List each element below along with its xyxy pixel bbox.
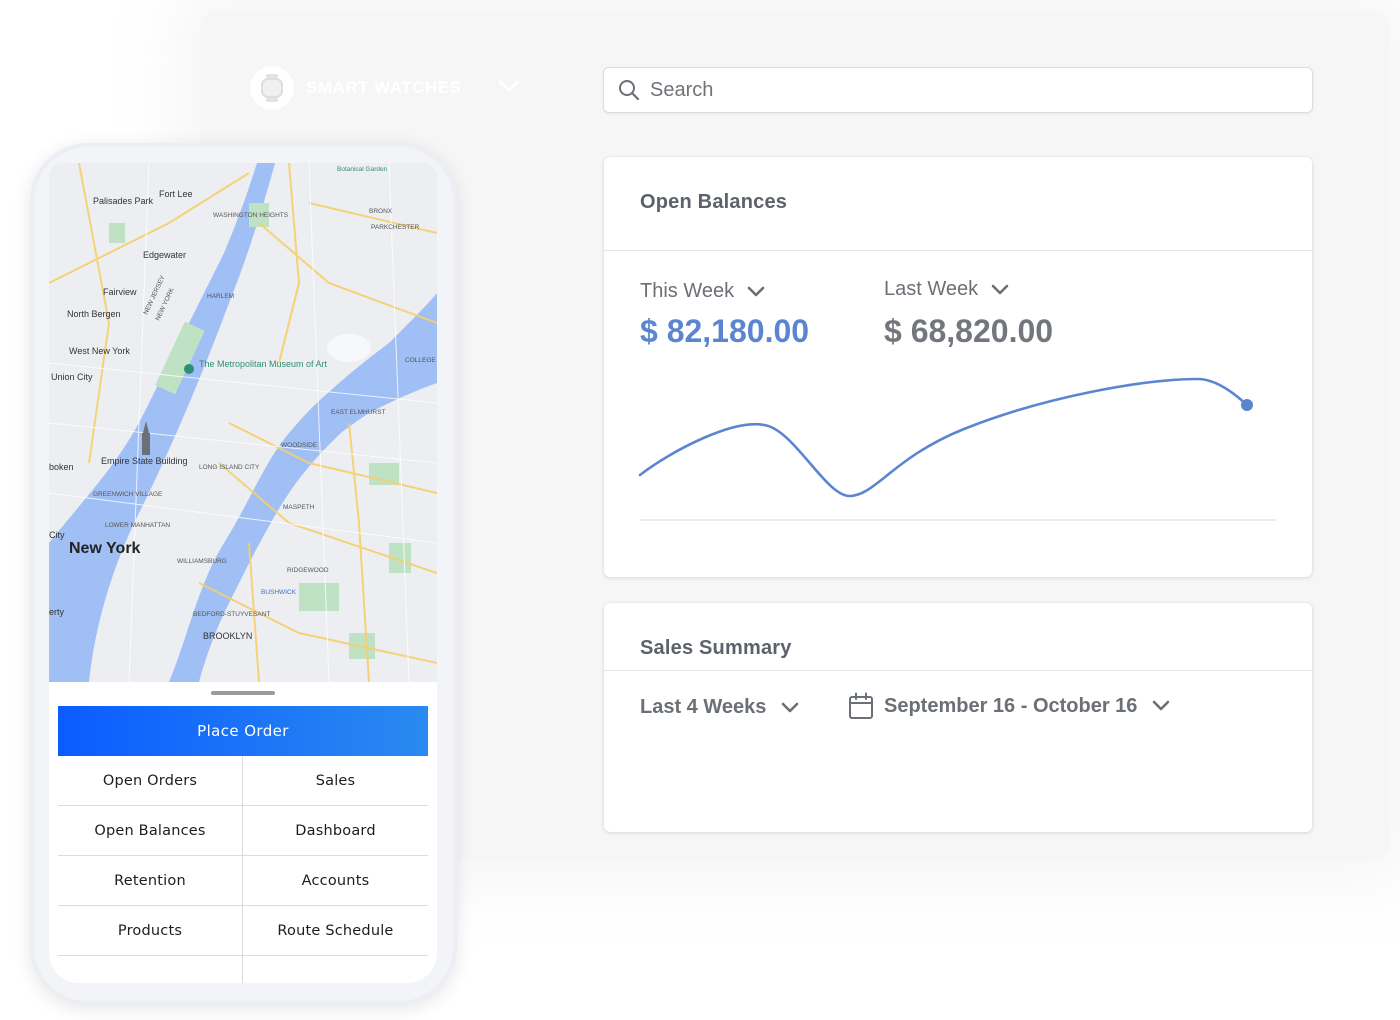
- map-label: BUSHWICK: [261, 589, 297, 596]
- menu-row: [58, 956, 428, 983]
- museum-pin-icon: [184, 364, 194, 374]
- chart-series-line: [638, 377, 1249, 498]
- map-view[interactable]: Fort Lee Palisades Park Edgewater Fairvi…: [49, 163, 437, 682]
- map-label: WASHINGTON HEIGHTS: [213, 212, 289, 219]
- sales-summary-card: Sales Summary Last 4 Weeks September 16 …: [604, 603, 1312, 832]
- search-input[interactable]: [650, 78, 1270, 102]
- open-balances-card: Open Balances This Week $ 82,180.00 Last…: [604, 157, 1312, 577]
- calendar-icon: [849, 692, 873, 719]
- map-label: COLLEGE: [405, 357, 436, 364]
- date-range-label: September 16 - October 16: [884, 694, 1138, 717]
- map-label: MASPETH: [283, 504, 315, 511]
- map-label: Fort Lee: [159, 189, 193, 199]
- menu-row: Products Route Schedule: [58, 906, 428, 956]
- menu-item-open-orders[interactable]: Open Orders: [58, 756, 243, 805]
- menu-item-sales[interactable]: Sales: [243, 756, 428, 805]
- map-label: Fairview: [103, 287, 137, 297]
- drag-handle[interactable]: [211, 691, 275, 695]
- map-label: North Bergen: [67, 309, 121, 319]
- map-label: WILLIAMSBURG: [177, 558, 227, 565]
- map-label: LOWER MANHATTAN: [105, 522, 170, 529]
- map-label: Palisades Park: [93, 196, 154, 206]
- menu-item-accounts[interactable]: Accounts: [243, 856, 428, 905]
- menu-row: Retention Accounts: [58, 856, 428, 906]
- phone-screen: Fort Lee Palisades Park Edgewater Fairvi…: [49, 163, 437, 983]
- date-range-picker[interactable]: September 16 - October 16: [848, 692, 1171, 720]
- map-label: RIDGEWOOD: [287, 567, 329, 574]
- map-label: BROOKLYN: [203, 631, 252, 641]
- map-label: BRONX: [369, 208, 393, 215]
- search-box[interactable]: [603, 67, 1313, 113]
- range-select[interactable]: Last 4 Weeks: [640, 696, 800, 719]
- chart-end-point: [1241, 399, 1253, 411]
- map-label: GREENWICH VILLAGE: [93, 491, 163, 498]
- chevron-down-icon[interactable]: [497, 78, 521, 94]
- map-label: WOODSIDE: [281, 442, 318, 449]
- quick-menu: Open Orders Sales Open Balances Dashboar…: [58, 756, 428, 983]
- chevron-down-icon: [1153, 700, 1170, 711]
- balance-trend-chart: [638, 377, 1276, 521]
- card-title: Sales Summary: [640, 637, 792, 659]
- menu-item-open-balances[interactable]: Open Balances: [58, 806, 243, 855]
- map-label: Edgewater: [143, 250, 186, 260]
- menu-item-empty: [58, 956, 243, 983]
- map-label: PARKCHESTER: [371, 224, 420, 231]
- map-label: boken: [49, 462, 74, 472]
- map-label: erty: [49, 607, 65, 617]
- menu-row: Open Balances Dashboard: [58, 806, 428, 856]
- map-label: West New York: [69, 346, 130, 356]
- chevron-down-icon: [782, 702, 799, 712]
- map-label: City: [49, 530, 65, 540]
- search-icon: [619, 80, 640, 101]
- map-label: BEDFORD-STUYVESANT: [193, 611, 270, 618]
- divider: [604, 670, 1312, 671]
- place-order-button[interactable]: Place Order: [58, 706, 428, 756]
- menu-item-retention[interactable]: Retention: [58, 856, 243, 905]
- map-label: HARLEM: [207, 293, 234, 300]
- map-label: EAST ELMHURST: [331, 409, 385, 416]
- menu-item-route-schedule[interactable]: Route Schedule: [243, 906, 428, 955]
- menu-item-dashboard[interactable]: Dashboard: [243, 806, 428, 855]
- range-select-label: Last 4 Weeks: [640, 696, 767, 718]
- brand-name: SMART WATCHES: [306, 78, 462, 97]
- menu-row: Open Orders Sales: [58, 756, 428, 806]
- watch-icon: [250, 66, 294, 110]
- menu-item-products[interactable]: Products: [58, 906, 243, 955]
- map-label: Union City: [51, 372, 93, 382]
- map-city-label: New York: [69, 540, 141, 557]
- map-label: LONG ISLAND CITY: [199, 464, 260, 471]
- map-label: The Metropolitan Museum of Art: [199, 359, 328, 369]
- map-label: Empire State Building: [101, 456, 188, 466]
- menu-item-empty: [243, 956, 428, 983]
- phone-frame: Fort Lee Palisades Park Edgewater Fairvi…: [30, 143, 457, 1005]
- brand-selector[interactable]: SMART WATCHES: [250, 66, 520, 110]
- map-label: Botanical Garden: [337, 166, 388, 173]
